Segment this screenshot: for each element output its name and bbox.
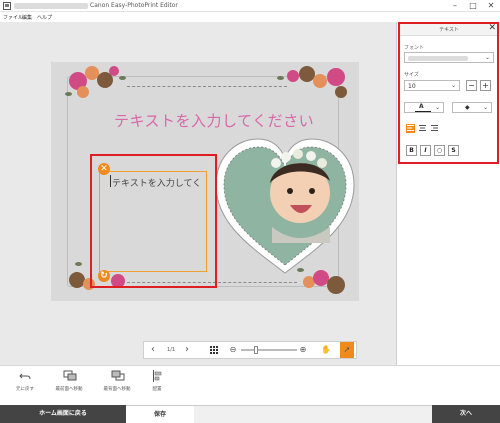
text-box[interactable]: テキストを入力してく bbox=[99, 171, 207, 272]
rose-decoration bbox=[313, 74, 327, 88]
menu-edit[interactable]: 編集 bbox=[22, 14, 32, 21]
zoom-slider-track[interactable] bbox=[241, 349, 297, 351]
zoom-in-icon[interactable]: ⊕ bbox=[298, 342, 308, 358]
edit-toolbar: 元に戻す 最前面へ移動 最背面へ移動 配置 bbox=[0, 365, 500, 405]
bring-to-front-label: 最前面へ移動 bbox=[55, 387, 83, 392]
rotate-handle-icon[interactable]: ↻ bbox=[98, 270, 110, 282]
zoom-slider-thumb[interactable] bbox=[254, 346, 258, 354]
delete-handle-icon[interactable]: ✕ bbox=[98, 163, 110, 175]
bring-to-front-button[interactable]: 最前面へ移動 bbox=[44, 370, 94, 392]
zoom-out-icon[interactable]: ⊖ bbox=[228, 342, 238, 358]
rose-decoration bbox=[327, 68, 345, 86]
text-cursor bbox=[110, 175, 111, 187]
arrange-label: 配置 bbox=[152, 387, 162, 392]
leaf-decoration bbox=[119, 76, 126, 80]
text-box-content[interactable]: テキストを入力してく bbox=[112, 176, 201, 189]
window-title: Canon Easy-PhotoPrint Editor bbox=[90, 2, 178, 9]
footer-spacer bbox=[194, 405, 432, 423]
minimize-button[interactable]: – bbox=[446, 0, 464, 12]
next-button[interactable]: 次へ bbox=[432, 405, 500, 423]
page-zoom-toolbar: ‹ 1/1 › ⊖ ⊕ ✋ ➚ bbox=[143, 341, 357, 359]
menu-file[interactable]: ファイル bbox=[3, 14, 23, 21]
leaf-decoration bbox=[277, 76, 284, 80]
rose-decoration bbox=[77, 86, 89, 98]
home-button[interactable]: ホーム画面に戻る bbox=[0, 405, 126, 423]
redacted-filename bbox=[14, 3, 88, 9]
heart-photo-frame[interactable] bbox=[214, 137, 356, 275]
prev-page-button[interactable]: ‹ bbox=[148, 342, 158, 358]
card-headline-text[interactable]: テキストを入力してください bbox=[114, 110, 314, 131]
dotted-line bbox=[127, 86, 287, 87]
save-button[interactable]: 保存 bbox=[126, 405, 194, 423]
rose-decoration bbox=[287, 70, 299, 82]
app-icon bbox=[3, 2, 11, 10]
panel-selection-highlight bbox=[398, 22, 499, 164]
next-page-button[interactable]: › bbox=[182, 342, 192, 358]
rose-decoration bbox=[335, 86, 347, 98]
grid-view-icon[interactable] bbox=[208, 342, 220, 358]
menu-help[interactable]: ヘルプ bbox=[37, 14, 52, 21]
undo-label: 元に戻す bbox=[16, 387, 34, 392]
select-tool-icon[interactable]: ➚ bbox=[340, 342, 354, 358]
arrange-button[interactable]: 配置 bbox=[132, 370, 182, 392]
send-to-back-icon bbox=[111, 370, 125, 382]
leaf-decoration bbox=[65, 92, 72, 96]
rose-decoration bbox=[327, 276, 345, 294]
menu-bar: ファイル 編集 ヘルプ bbox=[0, 12, 500, 22]
leaf-decoration bbox=[75, 262, 82, 266]
undo-button[interactable]: 元に戻す bbox=[0, 370, 50, 392]
rose-decoration bbox=[109, 66, 119, 76]
footer-bar: ホーム画面に戻る 保存 次へ bbox=[0, 405, 500, 423]
bring-to-front-icon bbox=[63, 370, 77, 382]
undo-icon bbox=[19, 370, 31, 382]
hand-tool-icon[interactable]: ✋ bbox=[320, 342, 332, 358]
page-indicator: 1/1 bbox=[166, 347, 176, 353]
maximize-button[interactable]: □ bbox=[464, 0, 482, 12]
title-bar: Canon Easy-PhotoPrint Editor – □ ✕ bbox=[0, 0, 500, 12]
arrange-icon bbox=[151, 370, 163, 382]
close-window-button[interactable]: ✕ bbox=[482, 0, 500, 12]
